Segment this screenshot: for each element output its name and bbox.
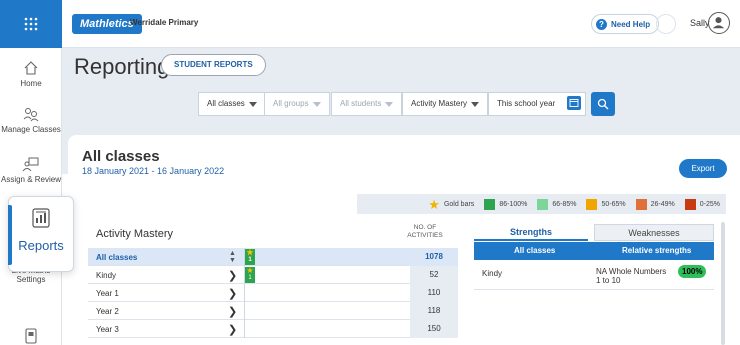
sidebar-item-book[interactable]	[0, 328, 62, 345]
groups-filter[interactable]: All groups	[264, 92, 330, 116]
legend-label: 0-25%	[699, 200, 720, 208]
report-type-filter[interactable]: Activity Mastery	[402, 92, 489, 116]
row-name: Kindy	[96, 271, 117, 280]
strengths-header: All classes Relative strengths	[474, 242, 714, 260]
date-range: 18 January 2021 - 16 January 2022	[82, 166, 225, 176]
need-help-label: Need Help	[611, 19, 651, 29]
sidebar-item-home[interactable]: Home	[0, 60, 62, 88]
legend: ★ Gold bars 86-100% 66-85% 50-65% 26-49%…	[357, 194, 726, 214]
need-help-button[interactable]: ? Need Help	[591, 14, 660, 34]
legend-swatch	[586, 198, 598, 210]
export-button[interactable]: Export	[679, 159, 727, 178]
sort-icon[interactable]: ▲ ▼	[229, 250, 236, 264]
tab-weaknesses[interactable]: Weaknesses	[594, 224, 714, 241]
chevron-right-icon[interactable]: ❯	[228, 269, 237, 282]
active-indicator	[8, 205, 12, 265]
caret-down-icon	[248, 101, 257, 107]
sidebar-item-label: Home	[20, 79, 42, 88]
legend-swatch	[635, 198, 647, 210]
filter-value: All classes	[207, 99, 245, 108]
sidebar-item-label: Reports	[18, 238, 64, 253]
table-row[interactable]: Year 2 ❯ 118	[88, 302, 458, 320]
app-grid-button[interactable]	[0, 0, 62, 48]
activity-count: 150	[410, 320, 458, 338]
page-title: Reporting	[74, 54, 170, 79]
legend-label: 26-49%	[650, 200, 675, 208]
activity-count: 118	[410, 302, 458, 320]
row-divider	[244, 320, 245, 338]
reports-icon	[32, 208, 50, 228]
table-row[interactable]: Year 3 ❯ 150	[88, 320, 458, 338]
search-icon	[597, 98, 609, 110]
table-row[interactable]: Kindy ❯ ★ 1 52	[88, 266, 458, 284]
manage-classes-icon	[23, 108, 39, 122]
table-row[interactable]: Year 1 ❯ 110	[88, 284, 458, 302]
activities-count-header: NO. OF ACTIVITIES	[407, 224, 443, 239]
calendar-icon[interactable]	[567, 96, 581, 110]
table-row[interactable]: All classes ▲ ▼ ★ 1 1078	[88, 248, 458, 266]
activity-count: 110	[410, 284, 458, 302]
filter-value: All groups	[273, 99, 309, 108]
top-bar: Mathletics Werridale Primary ? Need Help…	[0, 0, 740, 48]
caret-down-icon	[385, 101, 394, 107]
col-class-header: All classes	[514, 246, 556, 255]
classes-filter[interactable]: All classes	[198, 92, 266, 116]
sidebar-item-label: Manage Classes	[1, 125, 61, 134]
notifications-button[interactable]	[656, 14, 676, 34]
assign-review-icon	[22, 157, 39, 172]
gold-star-icon: ★	[246, 266, 254, 275]
chevron-right-icon[interactable]: ❯	[228, 323, 237, 336]
strength-row: Kindy NA Whole Numbers 1 to 10 100%	[474, 262, 714, 290]
chevron-right-icon[interactable]: ❯	[228, 305, 237, 318]
gold-star-icon: ★	[428, 196, 440, 212]
strength-class: Kindy	[482, 269, 503, 278]
legend-swatch	[684, 198, 696, 210]
students-filter[interactable]: All students	[331, 92, 403, 116]
filter-value: This school year	[497, 99, 556, 108]
legend-label: Gold bars	[443, 200, 475, 208]
legend-label: 66-85%	[552, 200, 577, 208]
user-name[interactable]: Sally	[690, 18, 710, 28]
tab-strengths[interactable]: Strengths	[474, 224, 588, 241]
row-divider	[244, 302, 245, 320]
sidebar-item-reports[interactable]: Reports	[8, 196, 74, 272]
legend-label: 50-65%	[601, 200, 626, 208]
sidebar-item-assign-review[interactable]: Assign & Review	[0, 156, 62, 184]
strength-skill: NA Whole Numbers 1 to 10	[596, 267, 667, 285]
sidebar-item-manage-classes[interactable]: Manage Classes	[0, 106, 62, 134]
filter-value: All students	[340, 99, 382, 108]
filter-value: Activity Mastery	[411, 99, 468, 108]
gold-bar: ★ 1	[245, 248, 255, 265]
row-name: All classes	[96, 253, 138, 262]
legend-label: 86-100%	[499, 200, 528, 208]
gold-bar: ★ 1	[245, 266, 255, 283]
search-button[interactable]	[591, 92, 615, 116]
strength-percent-badge: 100%	[678, 265, 707, 278]
col-strength-header: Relative strengths	[622, 246, 692, 255]
row-name: Year 3	[96, 325, 119, 334]
row-divider	[244, 284, 245, 302]
row-name: Year 2	[96, 307, 119, 316]
caret-down-icon	[312, 101, 321, 107]
student-reports-button[interactable]: STUDENT REPORTS	[161, 54, 266, 76]
school-name: Werridale Primary	[130, 18, 199, 27]
row-name: Year 1	[96, 289, 119, 298]
grid-icon	[24, 17, 38, 31]
sidebar-item-label: Assign & Review	[0, 175, 62, 184]
caret-down-icon	[471, 101, 480, 107]
activity-count: 1078	[410, 248, 458, 266]
book-icon	[25, 328, 37, 344]
mastery-table: All classes ▲ ▼ ★ 1 1078 Kindy ❯ ★ 1 52 Yea…	[88, 248, 458, 338]
legend-swatch	[537, 198, 549, 210]
avatar-icon[interactable]	[708, 12, 730, 34]
home-icon	[24, 61, 38, 75]
activity-count: 52	[410, 266, 458, 284]
activity-mastery-title: Activity Mastery	[96, 228, 174, 240]
chevron-right-icon[interactable]: ❯	[228, 287, 237, 300]
section-title: All classes	[82, 148, 160, 165]
help-icon: ?	[596, 18, 607, 30]
scrollbar[interactable]	[721, 222, 725, 345]
gold-star-icon: ★	[246, 248, 254, 257]
legend-swatch	[484, 198, 496, 210]
